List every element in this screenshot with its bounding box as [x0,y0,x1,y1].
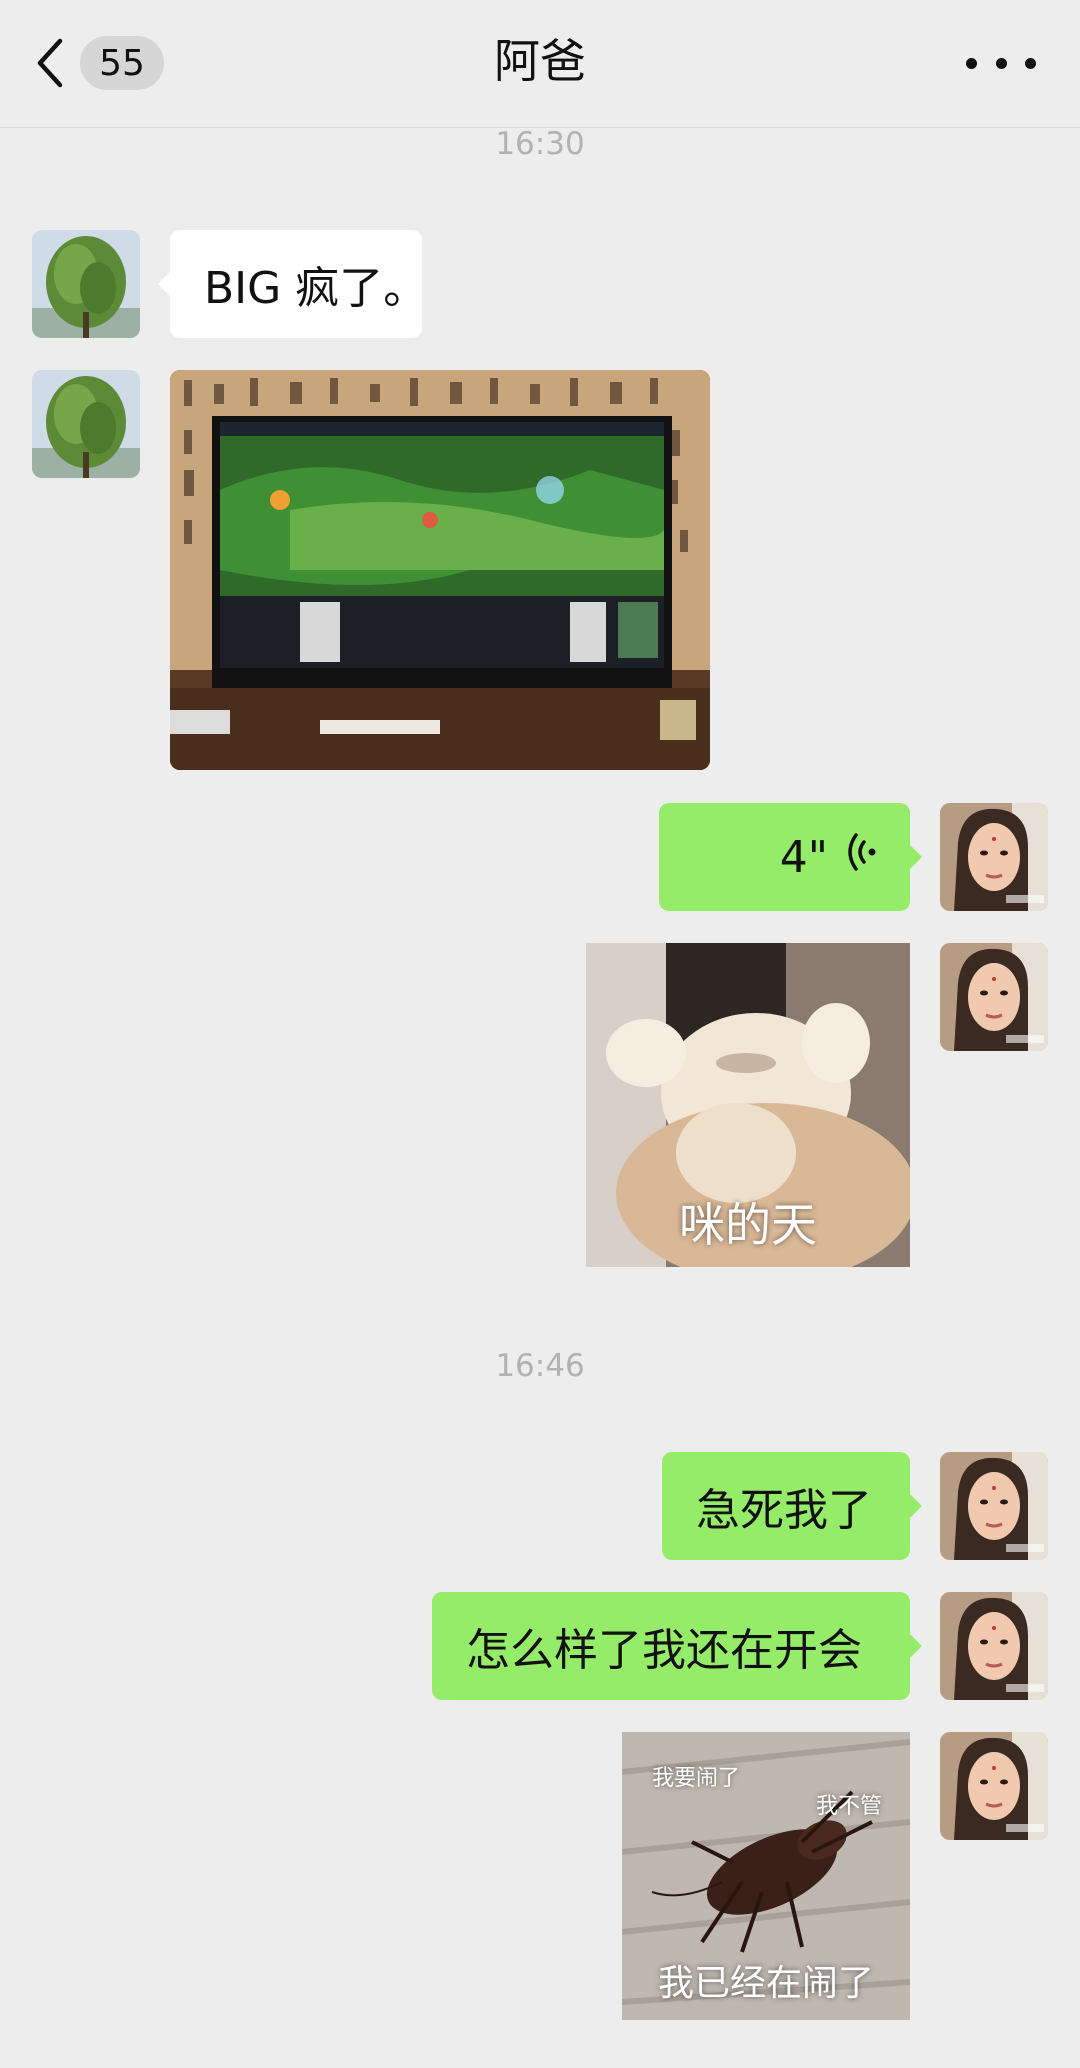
my-avatar[interactable] [940,1732,1048,1840]
my-avatar[interactable] [940,1592,1048,1700]
my-avatar[interactable] [940,1452,1048,1560]
message-bubble-received[interactable]: BIG 疯了。 [158,230,427,338]
chat-title: 阿爸 [494,34,586,88]
voice-message-bubble[interactable]: 4" [659,803,922,911]
more-dots-icon [966,57,977,69]
sticker-caption: 咪的天 [679,1198,817,1252]
bottom-edge [0,2050,1080,2068]
contact-avatar[interactable] [32,230,140,338]
voice-wave-icon [846,832,876,883]
message-timestamp: 16:30 [495,126,585,162]
my-avatar[interactable] [940,943,1048,1051]
sticker-message-cat[interactable]: 咪的天 [586,943,910,1267]
sticker-message-cockroach[interactable]: 我要闹了 我不管 我已经在闹了 [622,1732,910,2020]
message-bubble-sent[interactable]: 怎么样了我还在开会 [432,1592,922,1700]
voice-duration: 4" [779,831,828,883]
contact-avatar[interactable] [32,370,140,478]
chat-header: 55 阿爸 [0,0,1080,128]
sticker-sub-caption: 我要闹了 [652,1766,741,1791]
message-bubble-sent[interactable]: 急死我了 [662,1452,922,1560]
more-options-button[interactable] [966,40,1036,86]
my-avatar[interactable] [940,803,1048,911]
sticker-caption: 我已经在闹了 [657,1963,874,2004]
image-message-tv-game[interactable] [170,370,710,770]
message-timestamp: 16:46 [495,1348,585,1384]
sticker-sub-caption: 我不管 [815,1794,882,1819]
